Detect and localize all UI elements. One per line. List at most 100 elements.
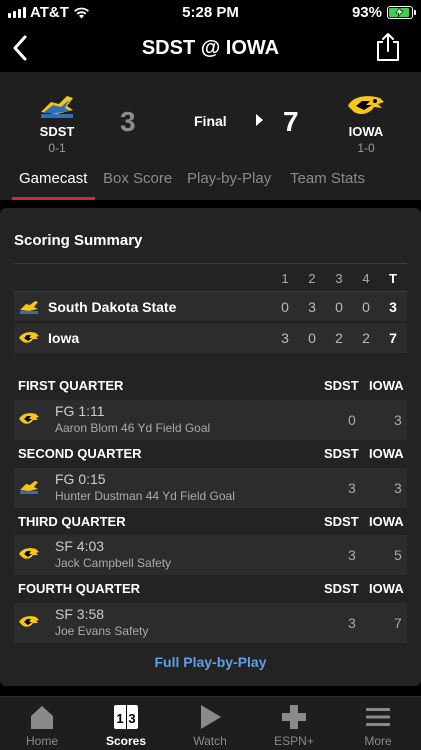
scores-icon: 1 3	[114, 705, 138, 729]
home-score: 7	[283, 106, 299, 137]
away-abbr: SDST	[39, 124, 75, 139]
tabbar-watch[interactable]: Watch	[168, 697, 252, 750]
game-status: Final	[194, 113, 227, 129]
scoring-play[interactable]: FG 1:11 Aaron Blom 46 Yd Field Goal 0 3	[14, 400, 407, 440]
home-icon	[31, 706, 53, 729]
quarter-score: 2	[335, 330, 343, 346]
gamecast-content: Scoring Summary 1 2 3 4 T South Dakota S…	[0, 200, 421, 696]
home-running-score: 7	[394, 615, 402, 631]
tabbar-label: Home	[25, 734, 58, 748]
home-running-score: 3	[394, 412, 402, 428]
sdst-jackrabbits-logo-icon	[41, 96, 73, 118]
quarter-header: FIRST QUARTER SDST IOWA	[14, 371, 407, 399]
quarter-label: FIRST QUARTER	[18, 378, 124, 393]
svg-text:3: 3	[128, 711, 135, 726]
share-icon[interactable]	[375, 32, 401, 62]
tabbar-home[interactable]: Home	[0, 697, 84, 750]
quarter-header: THIRD QUARTER SDST IOWA	[14, 507, 407, 535]
team-name: Iowa	[48, 330, 80, 346]
home-record: 1-0	[357, 141, 375, 155]
quarter-label: SECOND QUARTER	[18, 446, 142, 461]
linescore-row-iowa[interactable]: Iowa 3 0 2 2 7	[14, 323, 407, 353]
sdst-logo-icon	[20, 301, 38, 314]
quarter-label: FOURTH QUARTER	[18, 581, 141, 596]
page-title: SDST @ IOWA	[141, 37, 280, 59]
tabbar-label: Watch	[193, 734, 227, 748]
play-description: Jack Campbell Safety	[55, 556, 172, 570]
scoring-play[interactable]: SF 4:03 Jack Campbell Safety 3 5	[14, 535, 407, 575]
iowa-hawkeye-logo-icon	[348, 96, 384, 115]
game-header[interactable]: SDST 0-1 3 Final 7 IOWA 1-0	[0, 72, 421, 176]
iowa-logo-icon	[19, 413, 39, 424]
play-icon	[201, 705, 221, 729]
quarter-header: SECOND QUARTER SDST IOWA	[14, 439, 407, 467]
game-tabs: Gamecast Box Score Play-by-Play Team Sta…	[0, 164, 421, 200]
team-name: South Dakota State	[48, 299, 177, 315]
scoring-summary-title: Scoring Summary	[14, 232, 143, 249]
nav-bar: SDST @ IOWA	[0, 24, 421, 72]
charging-bolt-icon	[395, 7, 404, 17]
menu-icon	[366, 708, 390, 726]
play-description: Joe Evans Safety	[55, 624, 149, 638]
svg-text:1: 1	[116, 711, 123, 726]
home-running-score: 5	[394, 547, 402, 563]
away-col-label: SDST	[324, 514, 359, 529]
home-team[interactable]: IOWA 1-0	[336, 92, 396, 155]
tabbar-label: Scores	[105, 734, 147, 748]
sdst-logo-icon	[20, 481, 38, 494]
home-running-score: 3	[394, 480, 402, 496]
home-col-label: IOWA	[369, 378, 404, 393]
total-score: 7	[389, 330, 397, 346]
quarter-score: 3	[308, 299, 316, 315]
tabbar-label: ESPN+	[274, 734, 314, 748]
play-type-time: SF 3:58	[55, 606, 105, 622]
col-header: 3	[335, 271, 343, 286]
away-col-label: SDST	[324, 446, 359, 461]
quarter-label: THIRD QUARTER	[18, 514, 126, 529]
col-header: T	[389, 271, 397, 286]
tabbar-more[interactable]: More	[336, 697, 420, 750]
iowa-logo-icon	[19, 548, 39, 559]
linescore-header: 1 2 3 4 T	[14, 263, 407, 291]
tab-box-score[interactable]: Box Score	[103, 170, 172, 187]
winner-arrow-icon	[256, 114, 263, 126]
away-running-score: 3	[348, 480, 356, 496]
quarter-score: 2	[362, 330, 370, 346]
tabbar-espn-plus[interactable]: ESPN+	[252, 697, 336, 750]
play-type-time: SF 4:03	[55, 538, 105, 554]
tab-team-stats[interactable]: Team Stats	[290, 170, 365, 187]
away-record: 0-1	[48, 141, 66, 155]
battery-percent: 93%	[351, 4, 382, 21]
play-description: Hunter Dustman 44 Yd Field Goal	[55, 489, 235, 503]
away-team[interactable]: SDST 0-1	[27, 92, 87, 155]
away-running-score: 3	[348, 547, 356, 563]
battery-icon	[387, 6, 416, 19]
home-abbr: IOWA	[348, 124, 384, 139]
plus-icon	[282, 705, 306, 729]
home-col-label: IOWA	[369, 581, 404, 596]
play-description: Aaron Blom 46 Yd Field Goal	[55, 421, 211, 435]
quarter-score: 0	[281, 299, 289, 315]
tab-play-by-play[interactable]: Play-by-Play	[187, 170, 271, 187]
tabbar-scores[interactable]: 1 3 Scores	[84, 697, 168, 750]
full-play-by-play-link[interactable]: Full Play-by-Play	[0, 654, 421, 670]
quarter-score: 0	[362, 299, 370, 315]
away-col-label: SDST	[324, 581, 359, 596]
scoring-play[interactable]: FG 0:15 Hunter Dustman 44 Yd Field Goal …	[14, 468, 407, 508]
scoring-play[interactable]: SF 3:58 Joe Evans Safety 3 7	[14, 603, 407, 643]
iowa-logo-icon	[19, 332, 39, 343]
quarter-score: 0	[308, 330, 316, 346]
linescore-row-sdst[interactable]: South Dakota State 0 3 0 0 3	[14, 291, 407, 321]
total-score: 3	[389, 299, 397, 315]
away-running-score: 3	[348, 615, 356, 631]
away-score: 3	[120, 106, 136, 137]
col-header: 2	[308, 271, 316, 286]
tab-gamecast[interactable]: Gamecast	[19, 170, 87, 187]
quarter-score: 3	[281, 330, 289, 346]
away-col-label: SDST	[324, 378, 359, 393]
tabbar-label: More	[364, 734, 392, 748]
col-header: 1	[281, 271, 289, 286]
home-col-label: IOWA	[369, 446, 404, 461]
iowa-logo-icon	[19, 616, 39, 627]
scoring-summary-card: Scoring Summary 1 2 3 4 T South Dakota S…	[0, 208, 421, 686]
